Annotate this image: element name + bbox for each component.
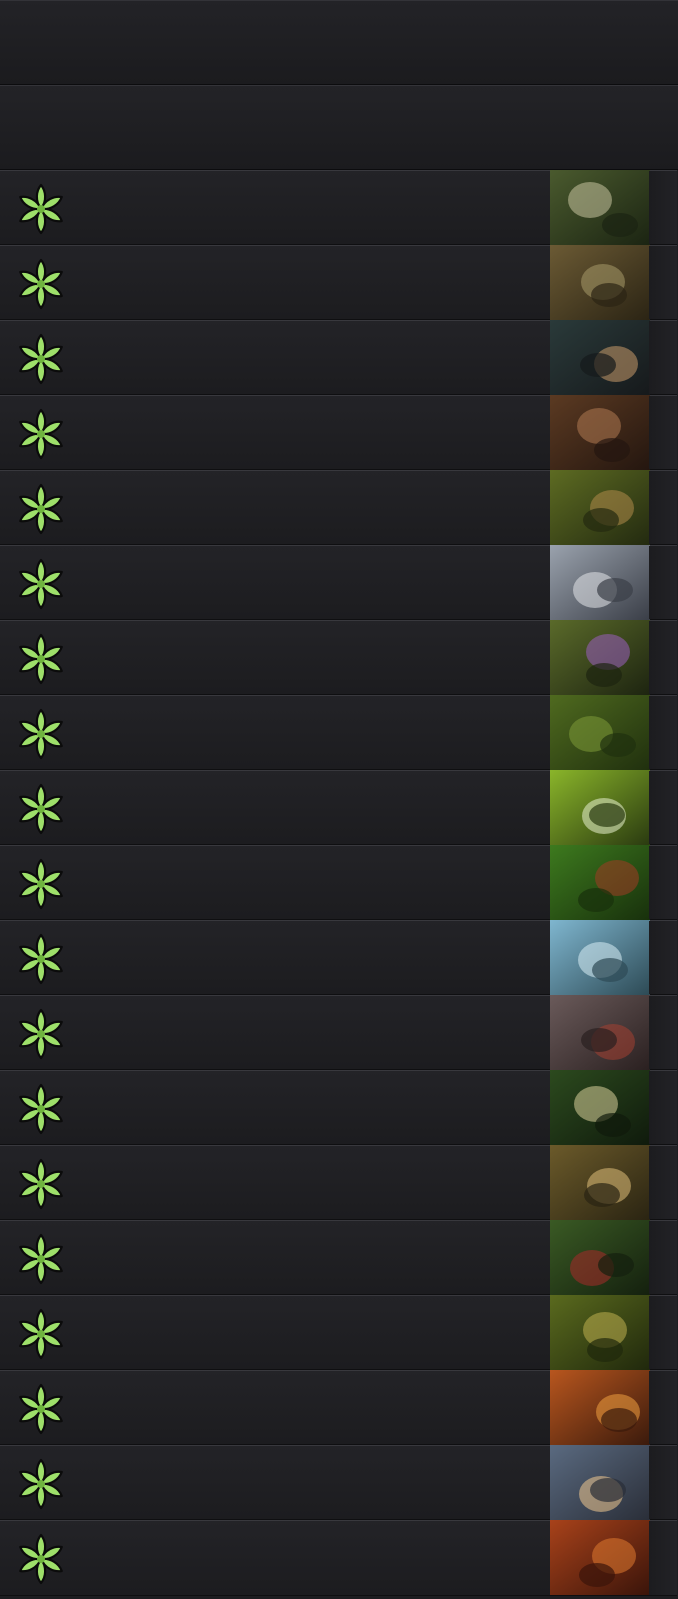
card-art-thumbnail[interactable] bbox=[550, 1445, 650, 1520]
header-bar-secondary bbox=[0, 85, 678, 170]
forest-mana-icon bbox=[15, 183, 67, 235]
row-edge bbox=[649, 996, 677, 1069]
forest-mana-icon bbox=[15, 1533, 67, 1585]
forest-mana-icon bbox=[15, 558, 67, 610]
card-art-thumbnail[interactable] bbox=[550, 920, 650, 995]
forest-mana-icon bbox=[15, 783, 67, 835]
card-art-thumbnail[interactable] bbox=[550, 845, 650, 920]
row-edge bbox=[649, 1071, 677, 1144]
card-row-19[interactable] bbox=[0, 1520, 677, 1596]
card-row-15[interactable] bbox=[0, 1220, 677, 1295]
row-edge bbox=[649, 846, 677, 919]
card-row-7[interactable] bbox=[0, 620, 677, 695]
row-edge bbox=[649, 471, 677, 544]
forest-mana-icon bbox=[15, 483, 67, 535]
row-edge bbox=[649, 321, 677, 394]
card-row-3[interactable] bbox=[0, 320, 677, 395]
row-edge bbox=[649, 1146, 677, 1219]
card-art-thumbnail[interactable] bbox=[550, 470, 650, 545]
card-row-14[interactable] bbox=[0, 1145, 677, 1220]
forest-mana-icon bbox=[15, 333, 67, 385]
card-row-4[interactable] bbox=[0, 395, 677, 470]
card-art-thumbnail[interactable] bbox=[550, 1295, 650, 1370]
card-row-9[interactable] bbox=[0, 770, 677, 845]
card-row-18[interactable] bbox=[0, 1445, 677, 1520]
forest-mana-icon bbox=[15, 858, 67, 910]
row-edge bbox=[649, 1446, 677, 1519]
header-bar-top bbox=[0, 0, 678, 85]
card-art-thumbnail[interactable] bbox=[550, 1220, 650, 1295]
row-edge bbox=[649, 246, 677, 319]
forest-mana-icon bbox=[15, 1458, 67, 1510]
card-art-thumbnail[interactable] bbox=[550, 1370, 650, 1445]
card-art-thumbnail[interactable] bbox=[550, 170, 650, 245]
row-edge bbox=[649, 696, 677, 769]
forest-mana-icon bbox=[15, 1008, 67, 1060]
forest-mana-icon bbox=[15, 708, 67, 760]
forest-mana-icon bbox=[15, 408, 67, 460]
row-edge bbox=[649, 771, 677, 844]
row-edge bbox=[649, 546, 677, 619]
row-edge bbox=[649, 1371, 677, 1444]
card-row-10[interactable] bbox=[0, 845, 677, 920]
row-edge bbox=[649, 171, 677, 244]
forest-mana-icon bbox=[15, 1308, 67, 1360]
row-edge bbox=[649, 396, 677, 469]
row-edge bbox=[649, 1521, 677, 1595]
card-art-thumbnail[interactable] bbox=[550, 395, 650, 470]
card-row-11[interactable] bbox=[0, 920, 677, 995]
card-art-thumbnail[interactable] bbox=[550, 1070, 650, 1145]
forest-mana-icon bbox=[15, 1158, 67, 1210]
forest-mana-icon bbox=[15, 1383, 67, 1435]
card-art-thumbnail[interactable] bbox=[550, 770, 650, 845]
card-art-thumbnail[interactable] bbox=[550, 1145, 650, 1220]
row-edge bbox=[649, 621, 677, 694]
card-row-13[interactable] bbox=[0, 1070, 677, 1145]
card-art-thumbnail[interactable] bbox=[550, 995, 650, 1070]
card-row-5[interactable] bbox=[0, 470, 677, 545]
card-row-17[interactable] bbox=[0, 1370, 677, 1445]
card-row-12[interactable] bbox=[0, 995, 677, 1070]
card-art-thumbnail[interactable] bbox=[550, 1520, 650, 1595]
forest-mana-icon bbox=[15, 1233, 67, 1285]
forest-mana-icon bbox=[15, 633, 67, 685]
card-row-1[interactable] bbox=[0, 170, 677, 245]
forest-mana-icon bbox=[15, 933, 67, 985]
forest-mana-icon bbox=[15, 1083, 67, 1135]
card-art-thumbnail[interactable] bbox=[550, 245, 650, 320]
card-art-thumbnail[interactable] bbox=[550, 320, 650, 395]
card-list-page bbox=[0, 0, 678, 1599]
row-edge bbox=[649, 921, 677, 994]
row-edge bbox=[649, 1296, 677, 1369]
card-row-6[interactable] bbox=[0, 545, 677, 620]
card-row-8[interactable] bbox=[0, 695, 677, 770]
row-edge bbox=[649, 1221, 677, 1294]
card-art-thumbnail[interactable] bbox=[550, 620, 650, 695]
card-art-thumbnail[interactable] bbox=[550, 695, 650, 770]
forest-mana-icon bbox=[15, 258, 67, 310]
card-list bbox=[0, 170, 678, 1596]
card-row-2[interactable] bbox=[0, 245, 677, 320]
card-art-thumbnail[interactable] bbox=[550, 545, 650, 620]
card-row-16[interactable] bbox=[0, 1295, 677, 1370]
